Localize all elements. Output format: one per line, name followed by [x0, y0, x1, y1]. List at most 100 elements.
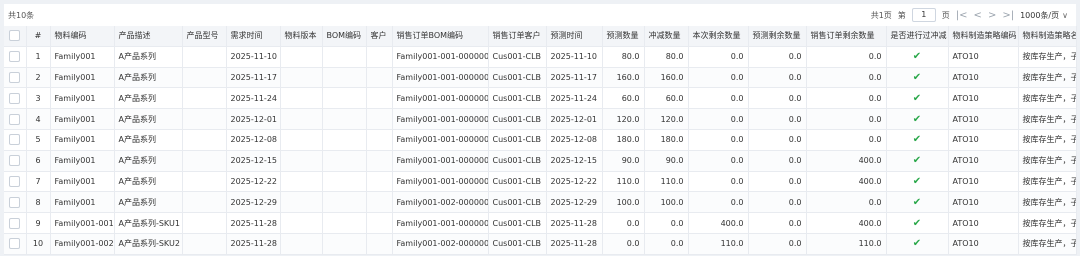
- table-cell: 0.0: [748, 87, 807, 110]
- table-cell: 2025-11-24: [546, 87, 603, 110]
- table-cell: 180.0: [602, 129, 645, 151]
- row-checkbox[interactable]: [4, 171, 27, 193]
- table-cell: [322, 87, 367, 110]
- table-row[interactable]: 2 Family001 A产品系列 2025-11-17 Family001-001-0…: [4, 67, 1077, 89]
- table-cell: 2025-11-10: [226, 46, 281, 68]
- column-header[interactable]: 销售订单BOM编码: [392, 26, 489, 47]
- table-row[interactable]: 3 Family001 A产品系列 2025-11-24 Family001-001-0…: [4, 87, 1077, 110]
- table-cell: 8: [26, 191, 51, 214]
- table-cell: Family001: [50, 67, 115, 89]
- column-header[interactable]: 需求时间: [226, 26, 281, 47]
- first-page-button[interactable]: |<: [956, 10, 968, 21]
- table-row[interactable]: 7 Family001 A产品系列 2025-12-22 Family001-001-0…: [4, 171, 1077, 193]
- table-cell: [280, 191, 323, 214]
- table-row[interactable]: 10 Family001-002 A产品系列-SKU2 2025-11-28 Famil…: [4, 233, 1077, 255]
- table-row[interactable]: 5 Family001 A产品系列 2025-12-08 Family001-001-0…: [4, 129, 1077, 151]
- table-cell: 0.0: [688, 87, 749, 110]
- table-cell: 2025-11-24: [226, 87, 281, 110]
- column-header[interactable]: 销售订单客户: [488, 26, 547, 47]
- table-cell: [322, 46, 367, 68]
- row-checkbox[interactable]: [4, 46, 27, 68]
- table-cell: Cus001-CLB: [488, 67, 547, 89]
- table-cell: [280, 87, 323, 110]
- table-cell: Family001-002: [50, 233, 115, 255]
- table-cell: 按库存生产，子项预: [1018, 150, 1077, 172]
- table-cell: Family001-001-00000001: [392, 87, 489, 110]
- table-cell: 2025-12-29: [546, 191, 603, 214]
- table-cell: 10: [26, 233, 51, 255]
- page-prefix: 第: [897, 10, 906, 20]
- row-checkbox[interactable]: [4, 108, 27, 130]
- table-cell: Cus001-CLB: [488, 171, 547, 193]
- row-checkbox[interactable]: [4, 191, 27, 214]
- table-cell: 2025-12-01: [226, 108, 281, 130]
- table-cell: 400.0: [806, 150, 887, 172]
- table-row[interactable]: 4 Family001 A产品系列 2025-12-01 Family001-001-0…: [4, 108, 1077, 130]
- column-header[interactable]: 产品型号: [182, 26, 227, 47]
- table-cell: Family001-001-00000001: [392, 129, 489, 151]
- column-header[interactable]: 是否进行过冲减: [886, 26, 949, 47]
- page-size-select[interactable]: 1000条/页 ∨: [1020, 10, 1068, 21]
- table-cell: 110.0: [688, 233, 749, 255]
- table-cell: 160.0: [602, 67, 645, 89]
- table-row[interactable]: 9 Family001-001 A产品系列-SKU1 2025-11-28 Family…: [4, 212, 1077, 234]
- table-cell: 2025-12-22: [226, 171, 281, 193]
- table-row[interactable]: 8 Family001 A产品系列 2025-12-29 Family001-002-0…: [4, 191, 1077, 214]
- column-header[interactable]: 销售订单剩余数量: [806, 26, 887, 47]
- table-cell: Cus001-CLB: [488, 46, 547, 68]
- column-header[interactable]: 预测剩余数量: [748, 26, 807, 47]
- column-header[interactable]: 物料编码: [50, 26, 115, 47]
- table-cell: [182, 150, 227, 172]
- column-header[interactable]: 物料制造策略编码: [948, 26, 1019, 47]
- row-checkbox[interactable]: [4, 233, 27, 255]
- table-cell: 2025-11-17: [226, 67, 281, 89]
- table-cell: [182, 212, 227, 234]
- table-cell: 按库存生产，子项预: [1018, 67, 1077, 89]
- row-checkbox[interactable]: [4, 150, 27, 172]
- table-row[interactable]: 6 Family001 A产品系列 2025-12-15 Family001-001-0…: [4, 150, 1077, 172]
- column-header[interactable]: 物料版本: [280, 26, 323, 47]
- table-cell: [280, 129, 323, 151]
- table-cell: 0.0: [644, 233, 689, 255]
- table-cell: 0.0: [688, 150, 749, 172]
- table-cell: 6: [26, 150, 51, 172]
- table-cell: 按库存生产，子项预: [1018, 46, 1077, 68]
- column-header[interactable]: 产品描述: [114, 26, 183, 47]
- table-cell: 5: [26, 129, 51, 151]
- column-header[interactable]: BOM编码: [322, 26, 367, 47]
- column-header[interactable]: 客户: [366, 26, 393, 47]
- table-cell: [182, 108, 227, 130]
- row-checkbox[interactable]: [4, 87, 27, 110]
- table-cell: 0.0: [806, 46, 887, 68]
- column-header[interactable]: 物料制造策略名⚙: [1018, 26, 1077, 47]
- page-number-input[interactable]: 1: [911, 8, 936, 22]
- next-page-button[interactable]: >: [988, 10, 996, 21]
- column-header[interactable]: 本次剩余数量: [688, 26, 749, 47]
- table-row[interactable]: 1 Family001 A产品系列 2025-11-10 Family001-001-0…: [4, 46, 1077, 68]
- table-cell: ATO10: [948, 67, 1019, 89]
- table-cell: Family001-001-00000001: [392, 46, 489, 68]
- row-checkbox[interactable]: [4, 67, 27, 89]
- check-icon: ✔: [886, 212, 949, 234]
- column-header[interactable]: 预测时间: [546, 26, 603, 47]
- select-all-checkbox[interactable]: [4, 26, 27, 47]
- column-header[interactable]: #: [26, 26, 51, 47]
- row-checkbox[interactable]: [4, 129, 27, 151]
- table-cell: [182, 191, 227, 214]
- column-header[interactable]: 冲减数量: [644, 26, 689, 47]
- prev-page-button[interactable]: <: [974, 10, 982, 21]
- table-cell: [182, 87, 227, 110]
- table-cell: [322, 67, 367, 89]
- row-checkbox[interactable]: [4, 212, 27, 234]
- table-cell: [182, 129, 227, 151]
- last-page-button[interactable]: >|: [1002, 10, 1014, 21]
- table-cell: 0.0: [806, 108, 887, 130]
- table-cell: 0.0: [644, 212, 689, 234]
- table-cell: ATO10: [948, 87, 1019, 110]
- check-icon: ✔: [886, 171, 949, 193]
- table-cell: Family001-002-00000001: [392, 191, 489, 214]
- column-header[interactable]: 预测数量: [602, 26, 645, 47]
- table-cell: [366, 46, 393, 68]
- table-cell: [366, 233, 393, 255]
- check-icon: ✔: [886, 150, 949, 172]
